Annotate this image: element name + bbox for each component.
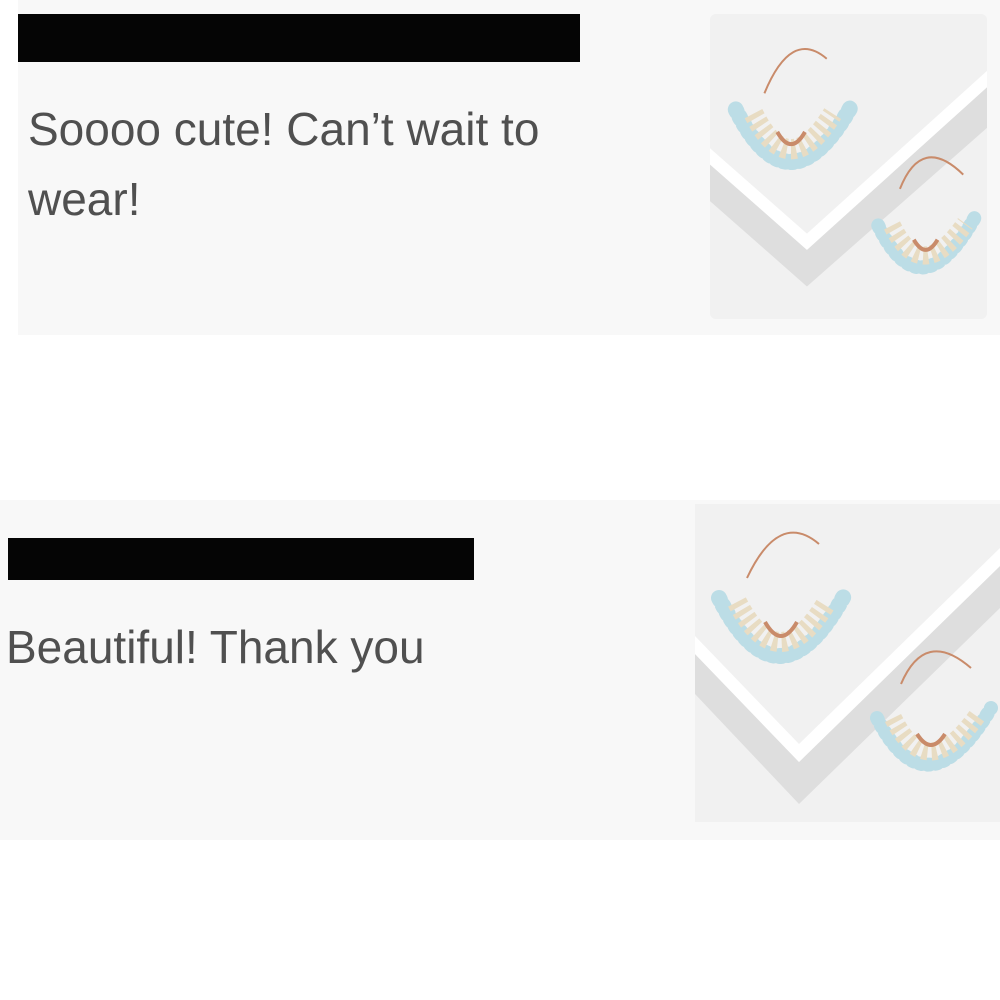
redacted-reviewer-name: [18, 14, 580, 62]
redacted-reviewer-name: [8, 538, 474, 580]
product-thumbnail[interactable]: [710, 14, 987, 319]
review-card: Beautiful! Thank you: [0, 500, 1000, 840]
product-thumbnail[interactable]: [695, 504, 1000, 822]
earrings-image: [710, 14, 987, 319]
review-text: Soooo cute! Can’t wait to wear!: [28, 103, 540, 225]
earrings-image: [695, 504, 1000, 822]
review-card: Soooo cute! Can’t wait to wear!: [18, 0, 1000, 335]
review-text: Beautiful! Thank you: [6, 621, 425, 673]
